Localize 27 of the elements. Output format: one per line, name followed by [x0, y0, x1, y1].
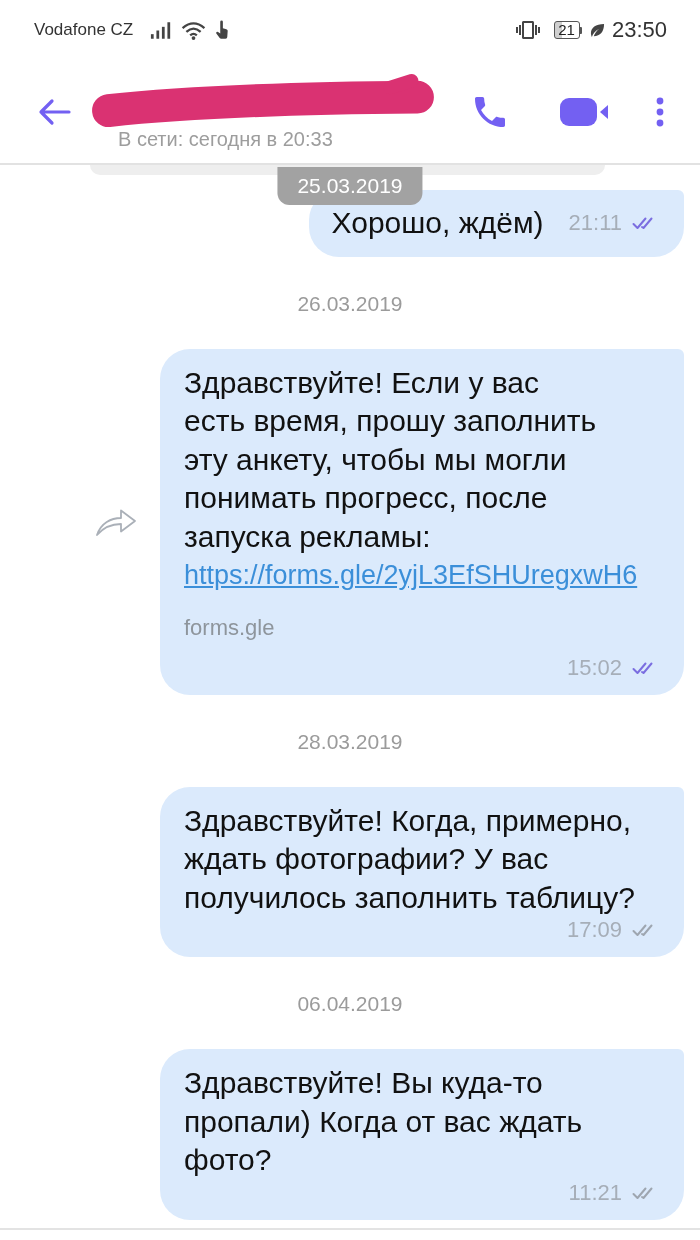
message-link[interactable]: https://forms.gle/2yjL3EfSHUregxwH6: [184, 556, 638, 595]
leaf-icon: [589, 22, 605, 38]
vibrate-icon: [516, 18, 541, 42]
battery-indicator: 21: [554, 21, 582, 39]
hand-icon: [215, 20, 230, 40]
message-time: 11:21: [568, 1179, 622, 1206]
date-separator: 06.04.2019: [297, 992, 403, 1016]
date-separator: 28.03.2019: [297, 729, 403, 754]
message-text: Здравствуйте! Если у вас есть время, прошу заполнить эту анкету, чтобы мы могли понимать прогресс, после запуска рекламы:: [184, 364, 598, 555]
message-text: Здравствуйте! Когда, примерно, ждать фотографии? У вас получилось заполнить таблицу?: [184, 802, 635, 916]
last-seen-status: В сети: сегодня в 20:33: [118, 127, 333, 151]
message-time: 15:02: [566, 654, 622, 681]
message-time: 17:09: [566, 917, 622, 943]
more-vertical-icon: [656, 96, 664, 127]
wifi-icon: [181, 20, 207, 40]
phone-icon: [475, 96, 505, 127]
message-text: Хорошо, ждём): [331, 205, 544, 241]
message-time: 21:11: [568, 210, 622, 237]
date-chip: 25.03.2019: [277, 167, 423, 205]
carrier-name: Vodafone CZ: [34, 20, 134, 40]
signal-icon: [150, 21, 173, 39]
date-separator: 26.03.2019: [297, 291, 403, 316]
message-text: Здравствуйте! Вы куда-то пропали) Когда от вас ждать фото?: [184, 1065, 583, 1178]
link-domain: forms.gle: [184, 614, 275, 641]
clock-time: 23:50: [611, 17, 667, 43]
back-arrow-icon: [37, 97, 71, 126]
video-camera-icon: [559, 96, 608, 127]
